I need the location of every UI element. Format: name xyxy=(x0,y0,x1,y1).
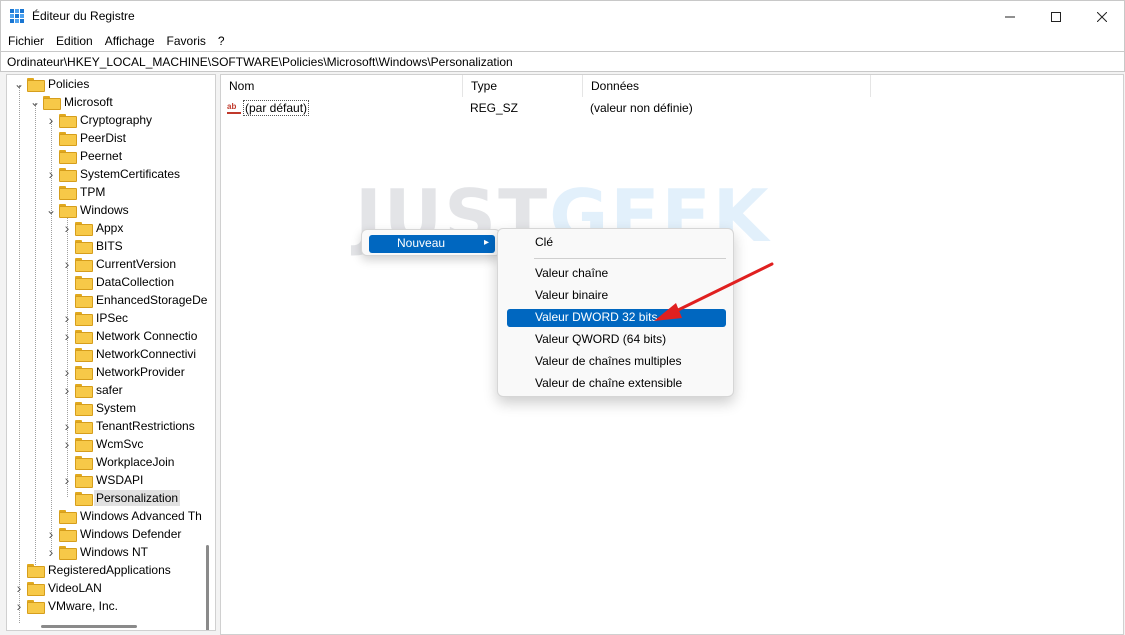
annotation-arrow-icon xyxy=(654,262,774,321)
